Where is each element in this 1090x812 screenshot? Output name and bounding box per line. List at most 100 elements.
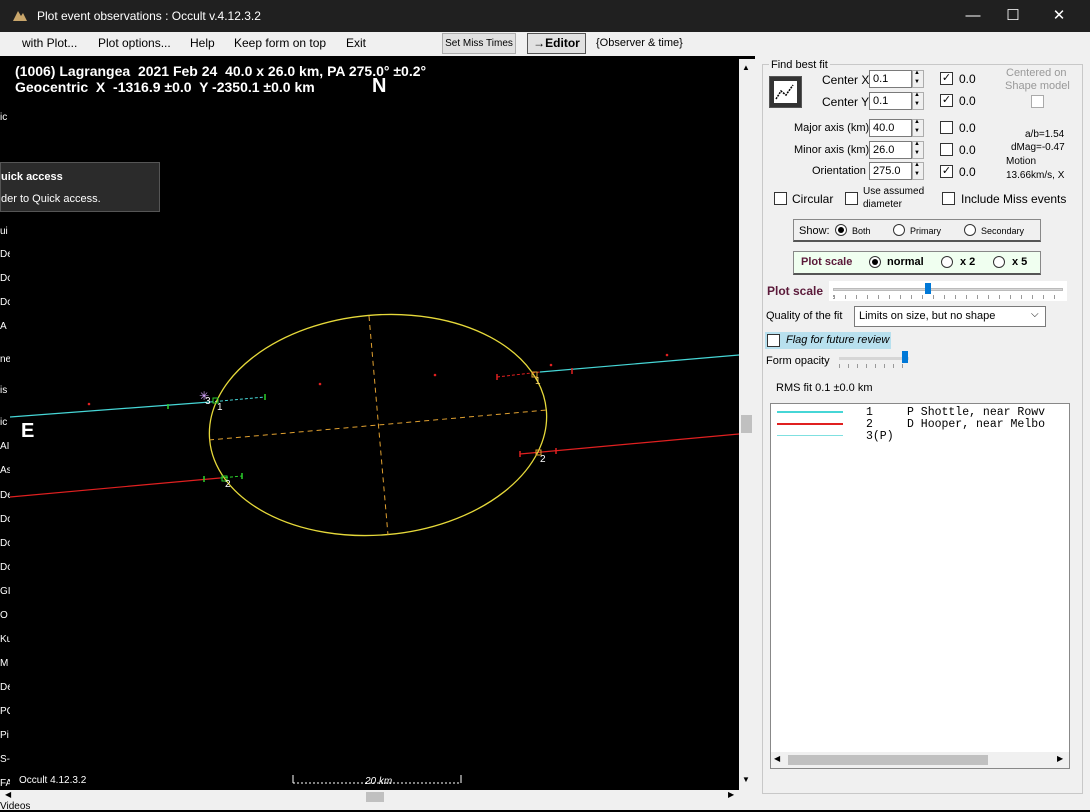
minor-axis-unc: 0.0 <box>959 143 976 157</box>
motion-label: Motion <box>1006 156 1037 167</box>
menu-help[interactable]: Help <box>190 36 215 50</box>
scale-normal-radio[interactable] <box>869 256 881 268</box>
quality-fit-label: Quality of the fit <box>766 310 843 322</box>
circular-checkbox[interactable] <box>774 192 787 205</box>
bg-fragment: A <box>0 321 7 332</box>
legend-num-3: 3(P) <box>866 430 894 443</box>
show-label: Show: <box>799 225 830 237</box>
scroll-right-icon[interactable]: ▶ <box>728 790 734 799</box>
menu-plot-options[interactable]: Plot options... <box>98 36 171 50</box>
menu-bar: with Plot... Plot options... Help Keep f… <box>0 32 1090 56</box>
show-both-label: Both <box>852 226 871 236</box>
hscroll-thumb[interactable] <box>366 792 384 802</box>
form-opacity-thumb[interactable] <box>902 351 908 363</box>
bg-fragment: De <box>0 490 10 501</box>
show-both-radio[interactable] <box>835 224 847 236</box>
scroll-thumb[interactable] <box>741 415 752 433</box>
major-axis-fit-checkbox[interactable] <box>940 121 953 134</box>
plot-horizontal-scrollbar[interactable]: ◀ ▶ <box>0 790 755 804</box>
bg-fragment: Pi <box>0 730 9 741</box>
center-x-input[interactable]: 0.1 <box>869 70 912 88</box>
editor-button[interactable]: →Editor <box>527 33 586 54</box>
close-button[interactable]: ✕ <box>1036 0 1082 32</box>
motion-value: 13.66km/s, X <box>1006 170 1065 181</box>
center-y-fit-checkbox[interactable]: ✓ <box>940 94 953 107</box>
form-opacity-slider[interactable] <box>837 350 911 370</box>
use-assumed-diameter-checkbox[interactable] <box>845 192 858 205</box>
show-primary-radio[interactable] <box>893 224 905 236</box>
shape-model-checkbox[interactable] <box>1031 95 1044 108</box>
bg-fragment: De <box>0 249 10 260</box>
chord-label-1-right: 1 <box>535 376 541 387</box>
center-y-spinner[interactable] <box>912 92 924 110</box>
scroll-down-icon[interactable]: ▼ <box>742 775 750 784</box>
minor-axis-input[interactable]: 26.0 <box>869 141 912 159</box>
scroll-left-icon[interactable]: ◀ <box>5 790 11 799</box>
bg-fragment: O <box>0 610 8 621</box>
plot-scale-thumb[interactable] <box>925 283 931 294</box>
orientation-fit-checkbox[interactable]: ✓ <box>940 165 953 178</box>
plot-vertical-scrollbar[interactable]: ▲ ▼ <box>739 59 755 790</box>
center-y-input[interactable]: 0.1 <box>869 92 912 110</box>
scale-x2-radio[interactable] <box>941 256 953 268</box>
plot-header-line2: Geocentric X -1316.9 ±0.0 Y -2350.1 ±0.0… <box>15 79 315 95</box>
major-axis-label: Major axis (km) <box>794 122 870 134</box>
menu-exit[interactable]: Exit <box>346 36 366 50</box>
orientation-label: Orientation <box>812 165 866 177</box>
show-primary-label: Primary <box>910 226 941 236</box>
minor-axis-label: Minor axis (km) <box>794 144 870 156</box>
observer-time-label[interactable]: {Observer & time} <box>596 37 683 49</box>
bg-fragment: Dc <box>0 562 10 573</box>
observer-legend-list[interactable]: 1 P Shottle, near Rowv 2 D Hooper, near … <box>770 403 1070 769</box>
menu-keep-on-top[interactable]: Keep form on top <box>234 36 326 50</box>
chord-label-2-left: 2 <box>225 479 231 490</box>
orientation-spinner[interactable] <box>912 162 924 180</box>
major-axis-input[interactable]: 40.0 <box>869 119 912 137</box>
north-label: N <box>372 75 387 97</box>
orientation-unc: 0.0 <box>959 165 976 179</box>
bg-fragment: M <box>0 658 9 669</box>
legend-hscrollbar[interactable]: ◀ ▶ <box>771 752 1069 768</box>
set-miss-times-button[interactable]: Set Miss Times <box>442 33 516 54</box>
diameter-label: diameter <box>863 199 902 210</box>
chord-1-line <box>10 354 739 418</box>
legend-scroll-left-icon[interactable]: ◀ <box>774 754 780 763</box>
legend-line-2 <box>777 423 843 425</box>
find-best-fit-label: Find best fit <box>769 59 830 71</box>
window-title: Plot event observations : Occult v.4.12.… <box>37 9 261 23</box>
quality-fit-dropdown[interactable]: Limits on size, but no shape ⌵ <box>854 306 1046 327</box>
major-axis-spinner[interactable] <box>912 119 924 137</box>
tooltip-body: der to Quick access. <box>1 193 101 205</box>
orientation-input[interactable]: 275.0 <box>869 162 912 180</box>
center-y-unc: 0.0 <box>959 94 976 108</box>
bg-fragment: ic <box>0 417 8 428</box>
center-x-spinner[interactable] <box>912 70 924 88</box>
scroll-up-icon[interactable]: ▲ <box>742 63 750 72</box>
legend-hscroll-thumb[interactable] <box>788 755 988 765</box>
minor-axis-fit-checkbox[interactable] <box>940 143 953 156</box>
bg-fragment: Dc <box>0 273 10 284</box>
include-miss-checkbox[interactable] <box>942 192 955 205</box>
scale-x5-radio[interactable] <box>993 256 1005 268</box>
center-x-fit-checkbox[interactable]: ✓ <box>940 72 953 85</box>
legend-num-1: 1 <box>866 406 873 419</box>
maximize-button[interactable]: ☐ <box>990 0 1036 32</box>
legend-line-3 <box>777 435 843 436</box>
plot-scale-slider[interactable] <box>829 281 1067 301</box>
show-secondary-radio[interactable] <box>964 224 976 236</box>
bg-fragment: S- <box>0 754 10 765</box>
bg-fragment: Dc <box>0 514 10 525</box>
legend-text-1: P Shottle, near Rowv <box>907 406 1046 419</box>
auto-fit-button[interactable] <box>769 76 802 108</box>
minor-axis-spinner[interactable] <box>912 141 924 159</box>
use-assumed-label: Use assumed <box>863 186 925 197</box>
bg-fragment: FA <box>0 778 10 789</box>
include-miss-label: Include Miss events <box>961 192 1067 206</box>
flag-review-label: Flag for future review <box>786 334 890 346</box>
legend-scroll-right-icon[interactable]: ▶ <box>1057 754 1063 763</box>
bg-fragment: ui <box>0 226 8 237</box>
scale-x5-label: x 5 <box>1012 256 1028 268</box>
flag-review-checkbox[interactable] <box>767 334 780 347</box>
background-taskbar-strip: Videos <box>0 801 1090 812</box>
menu-with-plot[interactable]: with Plot... <box>22 36 77 50</box>
